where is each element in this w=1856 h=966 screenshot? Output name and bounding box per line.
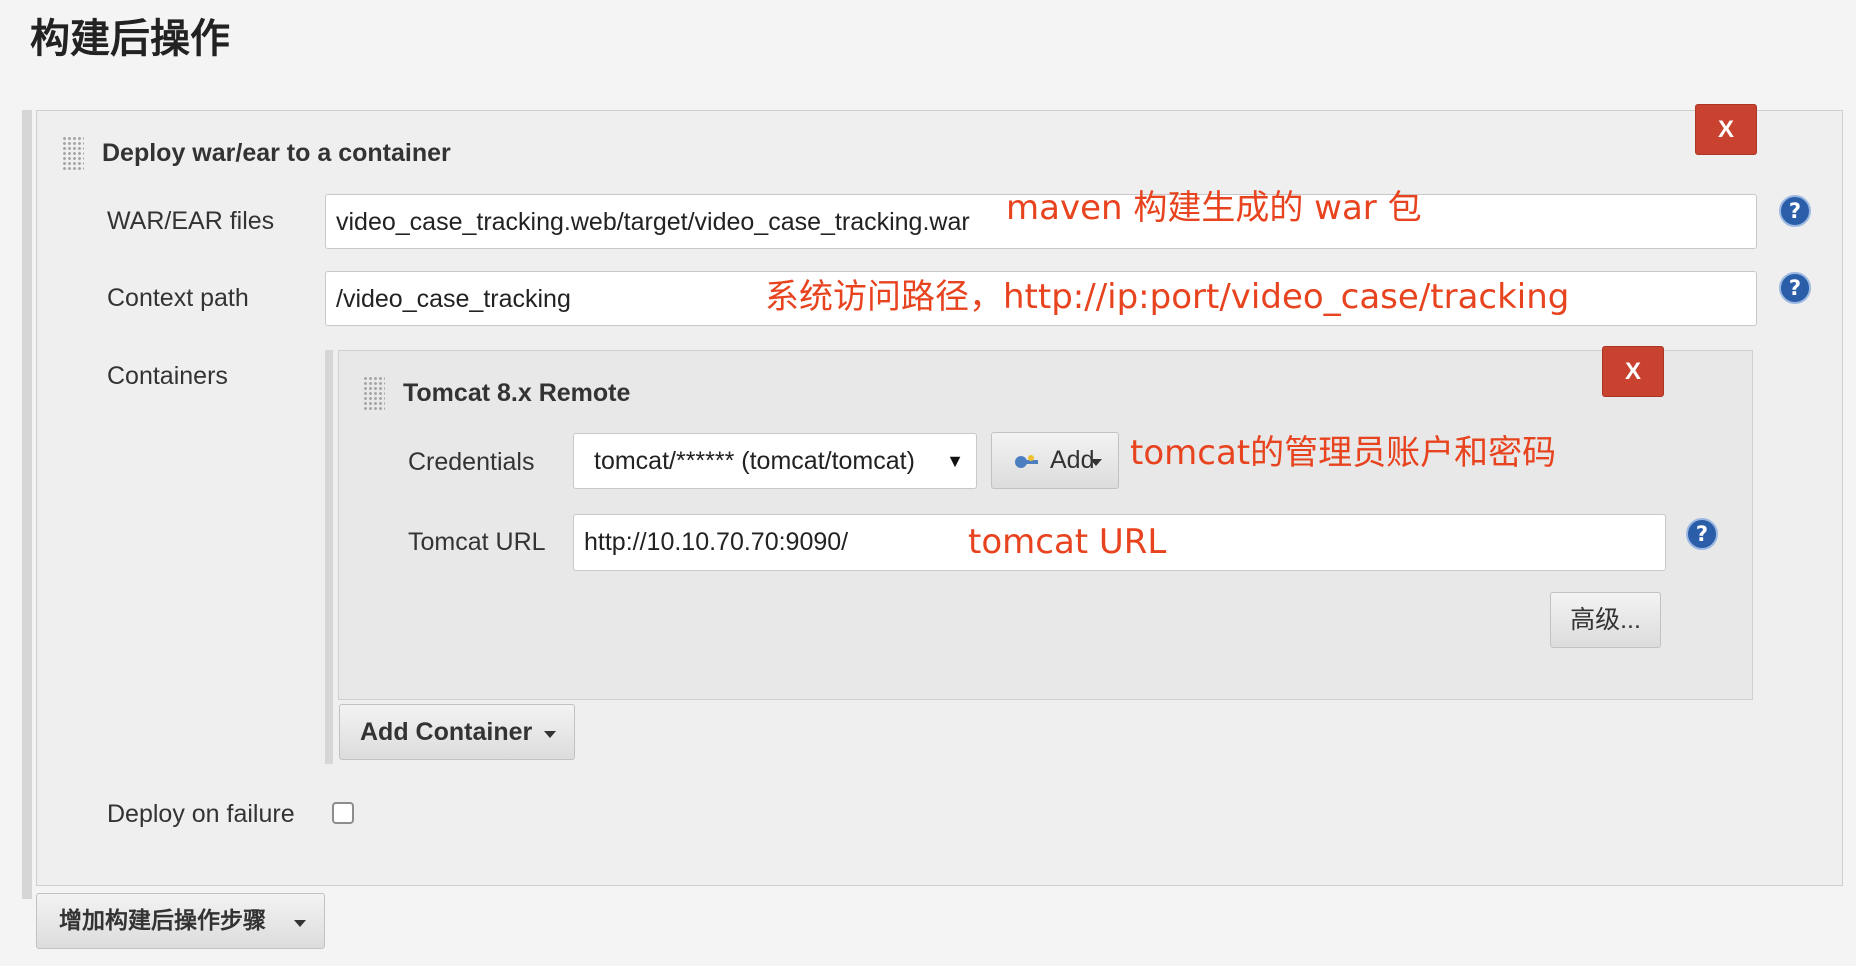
add-container-button[interactable]: Add Container <box>339 704 575 760</box>
help-icon[interactable]: ? <box>1779 195 1811 227</box>
annotation-war: maven 构建生成的 war 包 <box>1006 188 1422 228</box>
deploy-on-failure-checkbox[interactable] <box>332 802 354 824</box>
add-post-build-step-button[interactable]: 增加构建后操作步骤 <box>36 893 325 949</box>
containers-label: Containers <box>107 362 228 390</box>
credentials-label: Credentials <box>408 448 535 476</box>
help-icon[interactable]: ? <box>1686 518 1718 550</box>
war-files-label: WAR/EAR files <box>107 207 275 235</box>
help-icon[interactable]: ? <box>1779 272 1811 304</box>
annotation-context: 系统访问路径，http://ip:port/video_case/trackin… <box>765 277 1570 317</box>
drag-handle-icon[interactable] <box>363 376 385 412</box>
tomcat-url-label: Tomcat URL <box>408 528 546 556</box>
section-left-bar <box>22 110 32 899</box>
add-post-build-step-label: 增加构建后操作步骤 <box>59 908 266 934</box>
credentials-selected-value: tomcat/****** (tomcat/tomcat) <box>594 447 915 475</box>
chevron-down-icon <box>1090 459 1102 466</box>
chevron-down-icon <box>544 731 556 738</box>
container-title: Tomcat 8.x Remote <box>403 379 631 407</box>
add-credentials-label: Add <box>1050 446 1095 474</box>
credentials-select[interactable]: tomcat/****** (tomcat/tomcat) ▼ <box>573 433 977 489</box>
containers-left-bar <box>325 350 333 764</box>
key-icon <box>1015 455 1038 468</box>
annotation-credentials: tomcat的管理员账户和密码 <box>1130 433 1557 473</box>
context-path-label: Context path <box>107 284 249 312</box>
deploy-on-failure-label: Deploy on failure <box>107 800 295 828</box>
page-title: 构建后操作 <box>30 16 230 62</box>
add-credentials-button[interactable]: Add <box>991 432 1119 489</box>
remove-container-button[interactable]: X <box>1602 346 1664 397</box>
chevron-down-icon: ▼ <box>946 451 964 471</box>
deploy-section-title: Deploy war/ear to a container <box>102 139 451 167</box>
chevron-down-icon <box>294 920 306 927</box>
advanced-button[interactable]: 高级... <box>1550 592 1661 648</box>
annotation-url: tomcat URL <box>968 522 1167 562</box>
drag-handle-icon[interactable] <box>62 136 84 172</box>
add-container-label: Add Container <box>360 718 533 746</box>
remove-deploy-step-button[interactable]: X <box>1695 104 1757 155</box>
